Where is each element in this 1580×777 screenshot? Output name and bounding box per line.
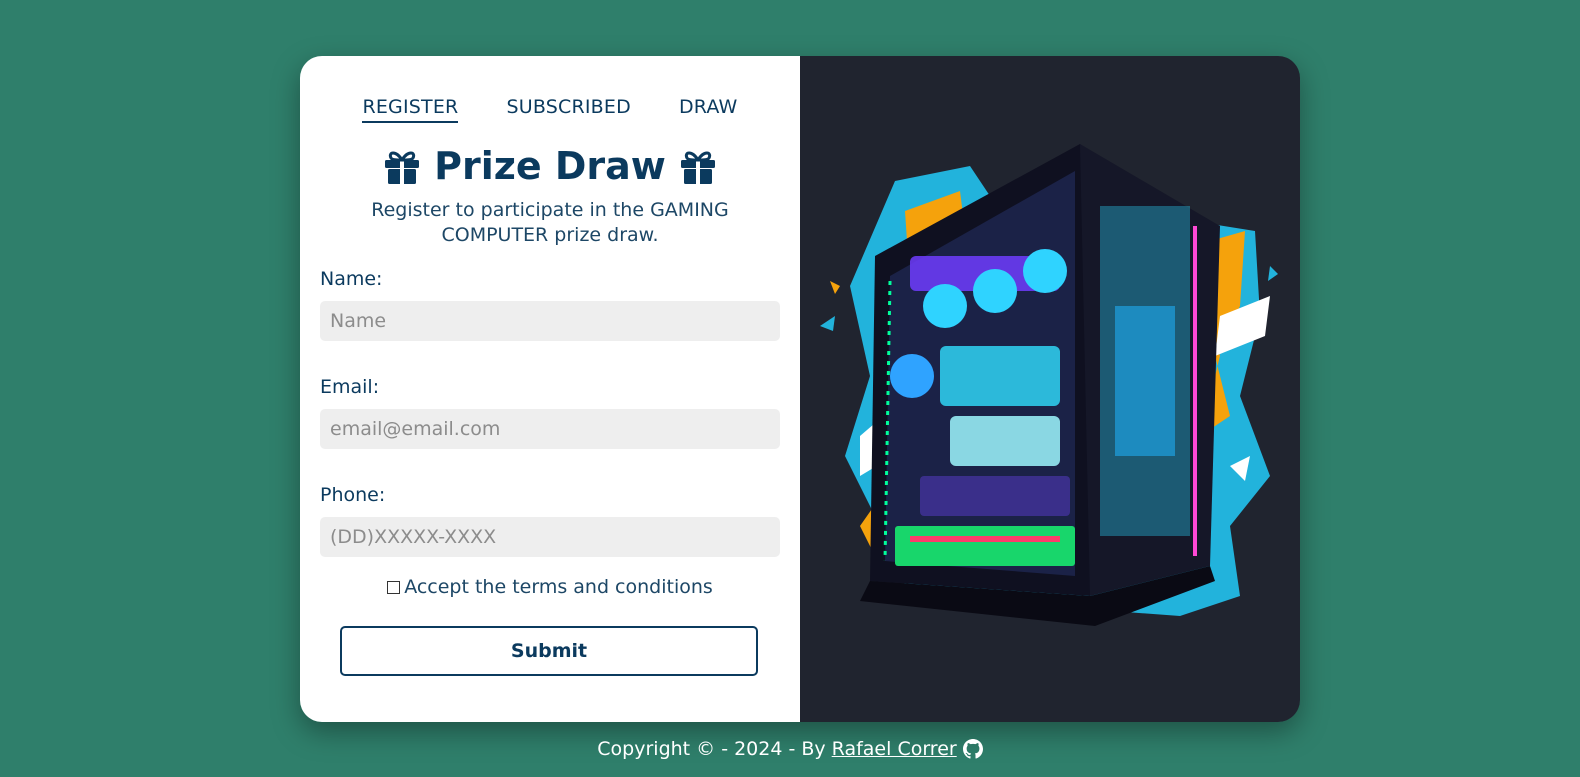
gift-icon (385, 151, 420, 184)
name-label: Name: (320, 268, 383, 290)
name-input[interactable] (320, 301, 780, 341)
page-subtitle: Register to participate in the GAMING CO… (371, 199, 729, 246)
gift-icon (680, 151, 715, 184)
tab-register[interactable]: REGISTER (362, 96, 459, 123)
phone-input[interactable] (320, 517, 780, 557)
form-panel: REGISTER SUBSCRIBED DRAW Prize Draw Regi… (300, 56, 800, 722)
terms-checkbox[interactable] (387, 580, 401, 594)
email-label: Email: (320, 376, 380, 398)
footer: Copyright © - 2024 - By Rafael Correr (0, 738, 1580, 760)
copyright-text: Copyright © - 2024 - By (597, 738, 826, 760)
tab-subscribed[interactable]: SUBSCRIBED (506, 96, 630, 123)
tab-draw[interactable]: DRAW (679, 96, 738, 123)
gaming-pc-image (800, 56, 1300, 722)
register-card: REGISTER SUBSCRIBED DRAW Prize Draw Regi… (300, 56, 1300, 722)
phone-label: Phone: (320, 484, 386, 506)
submit-button[interactable]: Submit (340, 626, 758, 676)
author-link[interactable]: Rafael Correr (832, 738, 957, 760)
github-icon[interactable] (962, 739, 983, 759)
gaming-pc-illustration (820, 144, 1278, 626)
nav-tabs: REGISTER SUBSCRIBED DRAW (300, 96, 800, 123)
terms-label: Accept the terms and conditions (404, 576, 713, 598)
email-input[interactable] (320, 409, 780, 449)
page-title-row: Prize Draw (300, 144, 800, 188)
terms-row: Accept the terms and conditions (300, 576, 800, 598)
page-title: Prize Draw (434, 144, 666, 188)
